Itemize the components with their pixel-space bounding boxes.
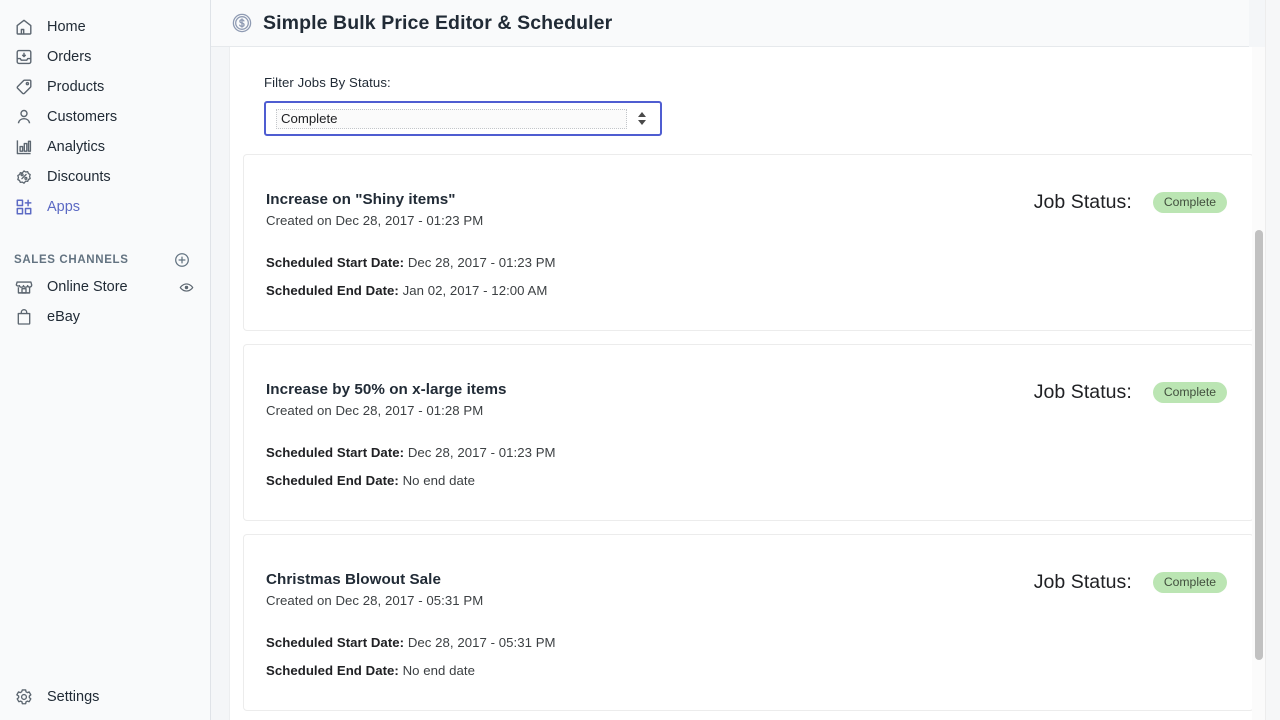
job-card-list: Increase on "Shiny items" Created on Dec… [230, 136, 1267, 711]
job-status-area: Job Status: Complete [1034, 571, 1227, 594]
job-start-row: Scheduled Start Date: Dec 28, 2017 - 01:… [266, 445, 1227, 460]
customers-person-icon [14, 107, 34, 127]
discounts-percent-icon [14, 167, 34, 187]
job-status-area: Job Status: Complete [1034, 381, 1227, 404]
shopping-bag-icon [14, 307, 34, 327]
job-card[interactable]: Increase by 50% on x-large items Created… [243, 344, 1254, 521]
sidebar-item-label: Home [47, 18, 86, 35]
app-header: Simple Bulk Price Editor & Scheduler [211, 0, 1249, 47]
main-region: Simple Bulk Price Editor & Scheduler Fil… [211, 0, 1280, 720]
sidebar-item-discounts[interactable]: Discounts [6, 162, 204, 192]
sidebar-item-label: Apps [47, 198, 81, 215]
filter-block: Filter Jobs By Status: Complete [230, 75, 1267, 136]
page-scrollbar[interactable] [1265, 0, 1280, 720]
job-start-value: Dec 28, 2017 - 01:23 PM [407, 255, 556, 270]
sidebar-item-online-store[interactable]: Online Store [6, 272, 204, 302]
apps-grid-plus-icon [14, 197, 34, 217]
job-start-label: Scheduled Start Date: [266, 255, 405, 270]
sidebar-item-analytics[interactable]: Analytics [6, 132, 204, 162]
job-start-label: Scheduled Start Date: [266, 445, 405, 460]
sidebar-item-label: Discounts [47, 168, 111, 185]
job-title: Increase on "Shiny items" [266, 191, 456, 208]
job-end-value: No end date [402, 663, 475, 678]
job-card-header: Increase on "Shiny items" Created on Dec… [266, 191, 1227, 228]
job-status-label: Job Status: [1033, 381, 1132, 403]
status-badge: Complete [1152, 381, 1227, 404]
sidebar-item-label: Customers [47, 108, 118, 125]
sidebar-item-label: Analytics [47, 138, 106, 155]
job-start-row: Scheduled Start Date: Dec 28, 2017 - 05:… [266, 635, 1227, 650]
sidebar-item-products[interactable]: Products [6, 72, 204, 102]
home-icon [14, 17, 34, 37]
job-status-area: Job Status: Complete [1034, 191, 1227, 214]
app-embed-frame: Filter Jobs By Status: Complete Increase… [229, 47, 1267, 720]
job-card-header: Increase by 50% on x-large items Created… [266, 381, 1227, 418]
page-title: Simple Bulk Price Editor & Scheduler [263, 11, 613, 34]
job-card-identity: Increase on "Shiny items" Created on Dec… [266, 191, 483, 228]
job-start-row: Scheduled Start Date: Dec 28, 2017 - 01:… [266, 255, 1227, 270]
job-card[interactable]: Christmas Blowout Sale Created on Dec 28… [243, 534, 1254, 711]
job-end-row: Scheduled End Date: Jan 02, 2017 - 12:00… [266, 283, 1227, 298]
sidebar-nav-list: Home Orders Products Customers Analytics… [0, 12, 210, 222]
job-end-row: Scheduled End Date: No end date [266, 663, 1227, 678]
analytics-bar-chart-icon [14, 137, 34, 157]
status-filter-value: Complete [276, 108, 627, 129]
sidebar-item-customers[interactable]: Customers [6, 102, 204, 132]
sidebar-item-apps[interactable]: Apps [6, 192, 204, 222]
sales-channels-title: SALES CHANNELS [14, 254, 129, 266]
job-end-label: Scheduled End Date: [266, 473, 399, 488]
sidebar-item-home[interactable]: Home [6, 12, 204, 42]
storefront-icon [14, 277, 34, 297]
status-filter-select[interactable]: Complete [264, 101, 662, 136]
job-end-row: Scheduled End Date: No end date [266, 473, 1227, 488]
sidebar-item-label: Settings [47, 689, 100, 705]
job-status-label: Job Status: [1033, 571, 1132, 593]
job-title: Increase by 50% on x-large items [266, 381, 507, 398]
job-end-label: Scheduled End Date: [266, 283, 399, 298]
embed-scrollbar-thumb[interactable] [1255, 230, 1263, 660]
job-schedule: Scheduled Start Date: Dec 28, 2017 - 05:… [266, 635, 1227, 678]
status-badge: Complete [1152, 191, 1227, 214]
job-card-identity: Increase by 50% on x-large items Created… [266, 381, 507, 418]
job-card[interactable]: Increase on "Shiny items" Created on Dec… [243, 154, 1254, 331]
job-end-label: Scheduled End Date: [266, 663, 399, 678]
sidebar-item-ebay[interactable]: eBay [6, 302, 204, 332]
app-root: Home Orders Products Customers Analytics… [0, 0, 1280, 720]
job-created: Created on Dec 28, 2017 - 01:28 PM [266, 403, 484, 418]
dollar-circle-icon [231, 12, 253, 34]
sidebar-item-orders[interactable]: Orders [6, 42, 204, 72]
updown-spinner-icon[interactable] [633, 112, 651, 125]
sidebar-section-sales-channels: SALES CHANNELS [14, 252, 196, 268]
job-start-label: Scheduled Start Date: [266, 635, 405, 650]
sidebar-item-label: Online Store [47, 279, 128, 295]
job-start-value: Dec 28, 2017 - 01:23 PM [407, 445, 556, 460]
sidebar-item-settings[interactable]: Settings [6, 682, 204, 712]
sidebar-item-label: eBay [47, 309, 81, 325]
job-title: Christmas Blowout Sale [266, 571, 441, 588]
frame-content: Filter Jobs By Status: Complete Increase… [230, 47, 1267, 720]
sidebar: Home Orders Products Customers Analytics… [0, 0, 211, 720]
job-card-header: Christmas Blowout Sale Created on Dec 28… [266, 571, 1227, 608]
job-created: Created on Dec 28, 2017 - 05:31 PM [266, 593, 484, 608]
gear-icon [14, 687, 34, 707]
job-card-identity: Christmas Blowout Sale Created on Dec 28… [266, 571, 483, 608]
plus-circle-icon[interactable] [174, 252, 190, 268]
embed-scrollbar[interactable] [1252, 47, 1265, 720]
status-badge: Complete [1152, 571, 1227, 594]
job-status-label: Job Status: [1033, 191, 1132, 213]
job-schedule: Scheduled Start Date: Dec 28, 2017 - 01:… [266, 445, 1227, 488]
job-created: Created on Dec 28, 2017 - 01:23 PM [266, 213, 484, 228]
orders-icon [14, 47, 34, 67]
products-tag-icon [14, 77, 34, 97]
job-schedule: Scheduled Start Date: Dec 28, 2017 - 01:… [266, 255, 1227, 298]
job-end-value: No end date [402, 473, 475, 488]
sidebar-item-label: Orders [47, 48, 92, 65]
job-end-value: Jan 02, 2017 - 12:00 AM [402, 283, 548, 298]
sidebar-item-label: Products [47, 78, 105, 95]
eye-preview-icon[interactable] [179, 280, 194, 295]
job-start-value: Dec 28, 2017 - 05:31 PM [407, 635, 556, 650]
filter-label: Filter Jobs By Status: [264, 75, 391, 90]
